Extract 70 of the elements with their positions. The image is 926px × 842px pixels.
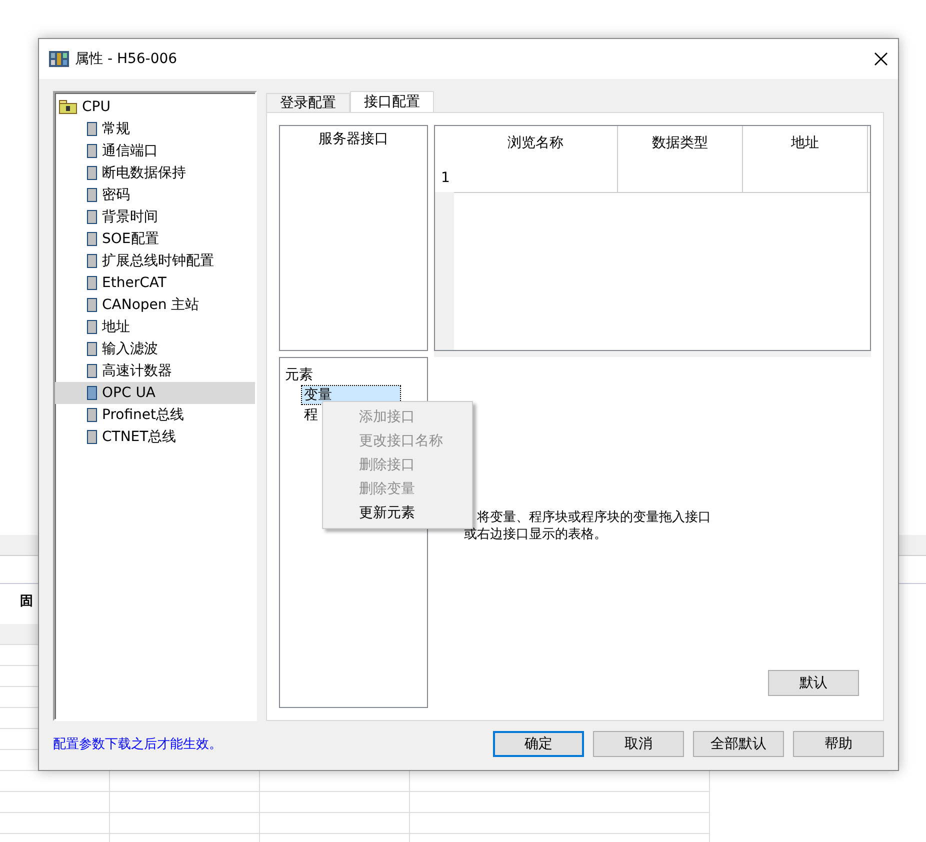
column-header: 地址 <box>791 135 819 151</box>
tree-item[interactable]: OPC UA <box>55 382 255 404</box>
close-icon[interactable] <box>874 52 888 66</box>
dialog-button[interactable]: 取消 <box>593 731 684 757</box>
tree-item-label: 背景时间 <box>102 208 158 226</box>
dialog-button[interactable]: 全部默认 <box>693 731 784 757</box>
row-number: 1 <box>441 170 450 186</box>
tree-item[interactable]: 断电数据保持 <box>55 162 255 184</box>
dialog-button[interactable]: 帮助 <box>793 731 884 757</box>
module-icon <box>87 210 97 224</box>
folder-icon <box>59 100 77 114</box>
tree-item[interactable]: CTNET总线 <box>55 426 255 448</box>
menu-item[interactable]: 更新元素 <box>323 501 472 525</box>
module-icon <box>87 386 97 400</box>
tree-item[interactable]: 高速计数器 <box>55 360 255 382</box>
module-icon <box>87 430 97 444</box>
module-icon <box>87 320 97 334</box>
tree-item[interactable]: 通信端口 <box>55 140 255 162</box>
tree-item-label: 通信端口 <box>102 142 158 160</box>
column-header: 数据类型 <box>652 135 708 151</box>
tree-item-label: Profinet总线 <box>102 406 184 424</box>
tree-item-label: 输入滤波 <box>102 340 158 358</box>
tree-item[interactable]: 地址 <box>55 316 255 338</box>
module-icon <box>87 188 97 202</box>
dialog-button[interactable]: 确定 <box>493 731 584 757</box>
hint-text: 将变量、程序块或程序块的变量拖入接口 <box>477 509 711 526</box>
list-heading: 服务器接口 <box>318 130 388 148</box>
module-icon <box>87 122 97 136</box>
app-icon <box>49 51 69 67</box>
module-icon <box>87 298 97 312</box>
tree-item[interactable]: EtherCAT <box>55 272 255 294</box>
tree-item[interactable]: 元素 <box>280 364 427 386</box>
tree-item[interactable]: CPU <box>55 96 255 118</box>
module-icon <box>87 232 97 246</box>
tree-item[interactable]: 程 <box>302 404 318 426</box>
module-icon <box>87 342 97 356</box>
tree-item[interactable]: 扩展总线时钟配置 <box>55 250 255 272</box>
column-header: 浏览名称 <box>508 135 564 151</box>
tree-item[interactable]: CANopen 主站 <box>55 294 255 316</box>
tree-item-label: CANopen 主站 <box>102 296 200 314</box>
tree-item-label: SOE配置 <box>102 230 159 248</box>
hint-text: 或右边接口显示的表格。 <box>464 526 607 543</box>
tree-item[interactable]: 背景时间 <box>55 206 255 228</box>
tree-item-label: OPC UA <box>102 385 156 401</box>
tree-item-label: 断电数据保持 <box>102 164 186 182</box>
tab[interactable]: 登录配置 <box>266 93 350 112</box>
window-title: 属性 - H56-006 <box>75 50 178 68</box>
note-text: 配置参数下载之后才能生效。 <box>53 736 223 753</box>
module-icon <box>87 166 97 180</box>
tree-item-label: CPU <box>82 99 110 115</box>
module-icon <box>87 254 97 268</box>
column-heading: 固 <box>19 593 34 611</box>
module-icon <box>87 408 97 422</box>
tree-item[interactable]: 常规 <box>55 118 255 140</box>
tree-item-label: 地址 <box>102 318 130 336</box>
tree-item-label: CTNET总线 <box>102 428 176 446</box>
tree-item-label: 高速计数器 <box>102 362 172 380</box>
module-icon <box>87 144 97 158</box>
tree-item-label: EtherCAT <box>102 275 166 291</box>
tree-item[interactable]: Profinet总线 <box>55 404 255 426</box>
module-icon <box>87 276 97 290</box>
tree-item-label: 扩展总线时钟配置 <box>102 252 214 270</box>
tree-item[interactable]: 输入滤波 <box>55 338 255 360</box>
tab[interactable]: 接口配置 <box>350 91 434 112</box>
tree-item[interactable]: 密码 <box>55 184 255 206</box>
module-icon <box>87 364 97 378</box>
tree-item[interactable]: SOE配置 <box>55 228 255 250</box>
tree-item-label: 密码 <box>102 186 130 204</box>
tree-item-label: 常规 <box>102 120 130 138</box>
default-button[interactable]: 默认 <box>768 670 859 696</box>
